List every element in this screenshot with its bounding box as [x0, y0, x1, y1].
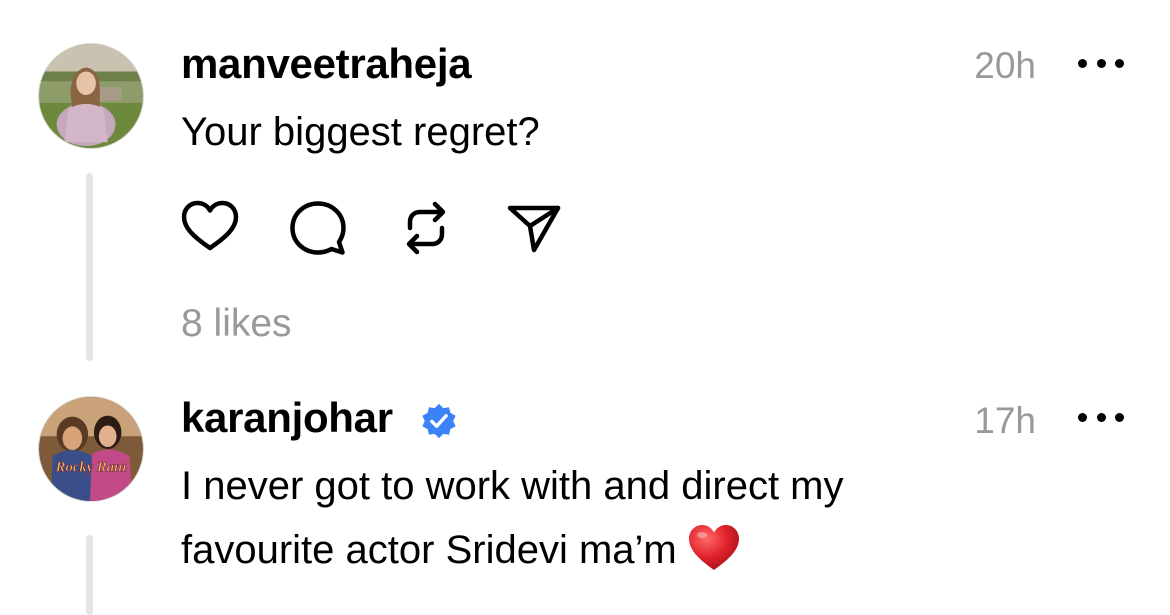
- dot-icon: [1096, 412, 1106, 422]
- avatar[interactable]: Rocky Rani: [38, 396, 144, 502]
- heart-icon: [181, 200, 239, 251]
- timestamp: 20h: [974, 45, 1036, 86]
- thread-line: [86, 173, 93, 361]
- repost-icon: [406, 201, 446, 255]
- post-text: Your biggest regret?: [181, 110, 540, 154]
- reply-button[interactable]: [288, 198, 348, 258]
- dot-icon: [1096, 58, 1106, 68]
- likes-count[interactable]: 8 likes: [181, 302, 292, 346]
- repost-button[interactable]: [396, 198, 456, 258]
- share-button[interactable]: [504, 198, 564, 258]
- poster-title: Rocky Rani: [55, 460, 128, 476]
- thread-post: manveetraheja 20h Your biggest regret? 8…: [0, 0, 1170, 370]
- dot-icon: [1115, 412, 1124, 422]
- share-icon: [507, 205, 561, 253]
- username[interactable]: karanjohar: [181, 394, 393, 442]
- timestamp: 17h: [974, 400, 1036, 441]
- more-options-button[interactable]: [1078, 402, 1124, 432]
- thread-line: [86, 535, 93, 615]
- red-heart-emoji-icon: [688, 525, 739, 571]
- thread-post: Rocky Rani karanjohar 17h I never got to…: [0, 370, 1170, 615]
- profile-photo-icon: [39, 44, 143, 148]
- username[interactable]: manveetraheja: [181, 40, 472, 88]
- post-text: I never got to work with and direct my f…: [181, 454, 1001, 582]
- movie-poster-icon: Rocky Rani: [39, 397, 143, 501]
- comment-icon: [290, 201, 346, 255]
- avatar[interactable]: [38, 43, 144, 149]
- dot-icon: [1078, 412, 1087, 422]
- post-text-body: I never got to work with and direct my f…: [181, 464, 844, 572]
- dot-icon: [1115, 58, 1124, 68]
- verified-badge-icon: [422, 403, 456, 439]
- dot-icon: [1078, 58, 1087, 68]
- action-bar: [180, 198, 580, 258]
- more-options-button[interactable]: [1078, 48, 1124, 78]
- like-button[interactable]: [180, 198, 240, 258]
